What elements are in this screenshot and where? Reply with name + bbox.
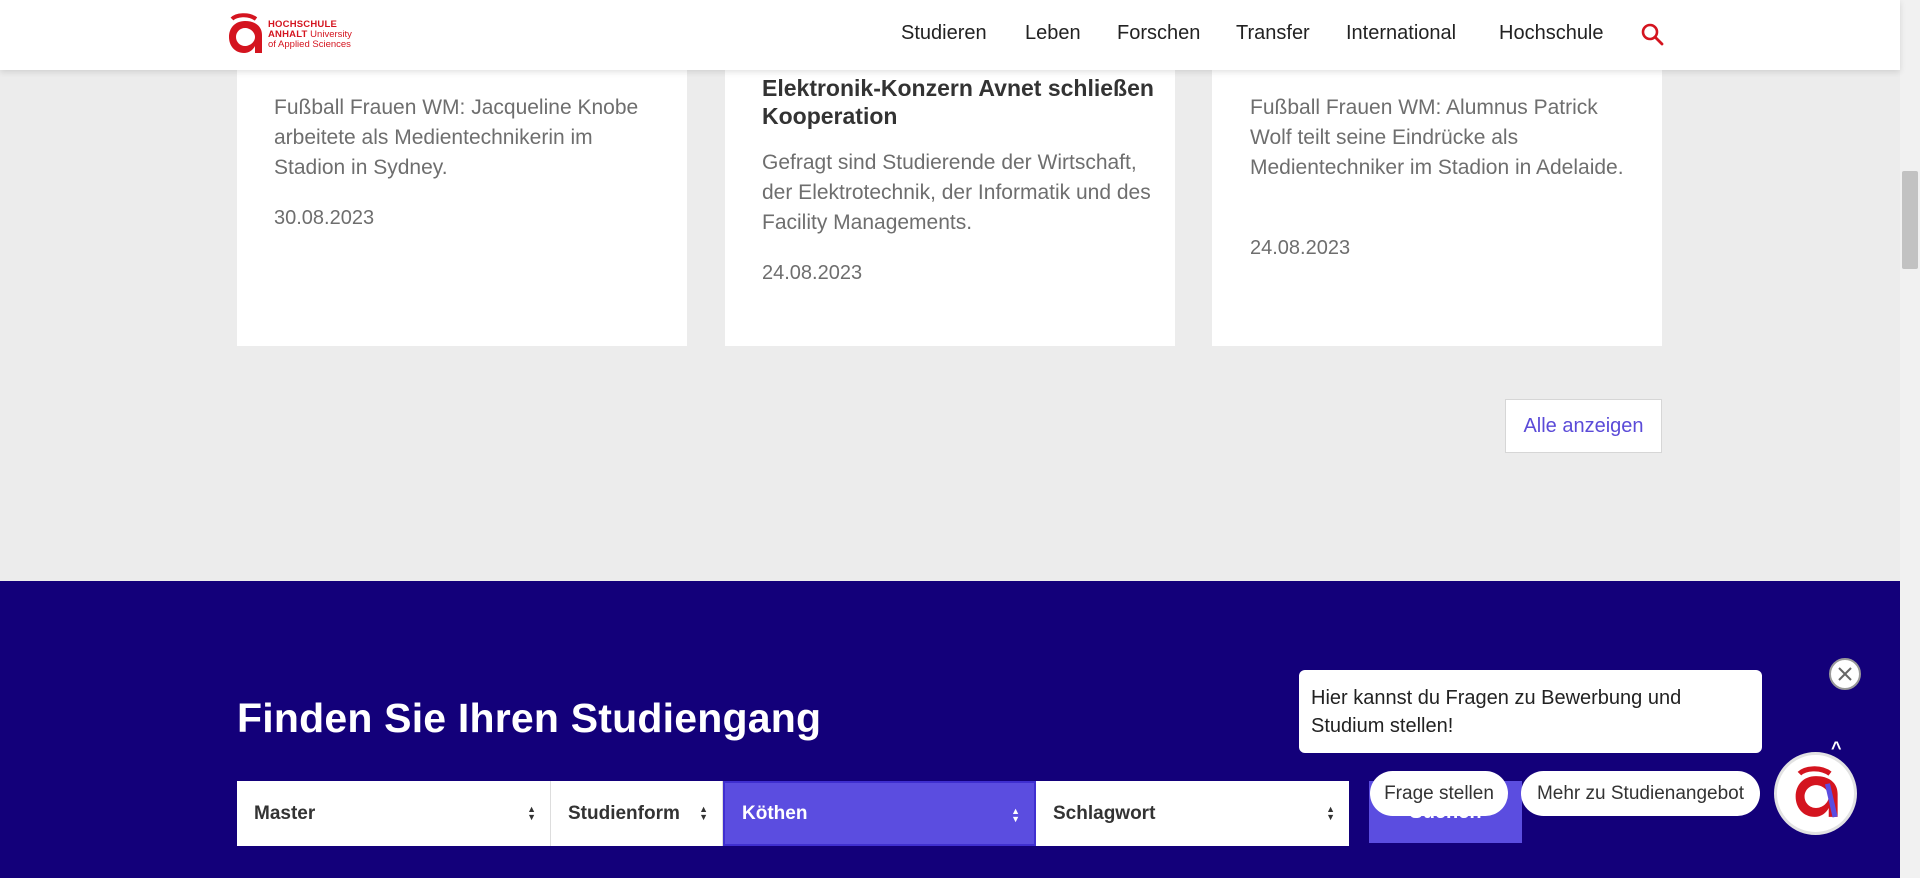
search-icon[interactable] bbox=[1640, 22, 1664, 46]
study-form-select[interactable]: Studienform ▲ ▼ bbox=[551, 781, 723, 846]
keyword-select-value: Schlagwort bbox=[1053, 802, 1156, 824]
main-nav: Studieren Leben Forschen Transfer Intern… bbox=[0, 0, 1900, 70]
degree-select-value: Master bbox=[254, 802, 316, 824]
page-scrollbar[interactable] bbox=[1900, 0, 1920, 878]
location-select-value: Köthen bbox=[742, 802, 808, 824]
finder-title: Finden Sie Ihren Studiengang bbox=[237, 695, 822, 741]
scrollbar-thumb[interactable] bbox=[1902, 171, 1918, 269]
study-form-select-value: Studienform bbox=[568, 802, 680, 824]
chat-message-bubble: Hier kannst du Fragen zu Bewerbung und S… bbox=[1299, 670, 1762, 753]
news-card-date: 24.08.2023 bbox=[1250, 237, 1351, 259]
news-card-text: Fußball Frauen WM: Alumnus Patrick Wolf … bbox=[1250, 96, 1624, 179]
location-select[interactable]: Köthen ▲ ▼ bbox=[723, 781, 1036, 846]
news-card-2[interactable]: Elektronik-Konzern Avnet schließen Koope… bbox=[725, 40, 1175, 346]
news-card-title: Elektronik-Konzern Avnet schließen Koope… bbox=[762, 75, 1154, 129]
select-arrows-icon: ▲ ▼ bbox=[699, 804, 708, 822]
nav-hochschule[interactable]: Hochschule bbox=[1499, 22, 1604, 45]
site-header: HOCHSCHULE ANHALT University of Applied … bbox=[0, 0, 1900, 70]
chevron-up-icon: ^ bbox=[1831, 738, 1842, 758]
select-arrows-icon: ▲ ▼ bbox=[527, 804, 536, 822]
news-card-date: 30.08.2023 bbox=[274, 207, 375, 229]
chatbot-avatar[interactable] bbox=[1774, 752, 1857, 835]
news-card-1[interactable]: Fußball Frauen WM: Jacqueline Knobe arbe… bbox=[237, 40, 687, 346]
nav-international[interactable]: International bbox=[1346, 22, 1456, 45]
news-card-date: 24.08.2023 bbox=[762, 262, 863, 284]
degree-select[interactable]: Master ▲ ▼ bbox=[237, 781, 551, 846]
keyword-select[interactable]: Schlagwort ▲ ▼ bbox=[1036, 781, 1349, 846]
news-card-text: Fußball Frauen WM: Jacqueline Knobe arbe… bbox=[274, 96, 639, 179]
chat-chip-study-programs[interactable]: Mehr zu Studienangebot bbox=[1521, 771, 1760, 816]
logo-a-icon bbox=[1795, 765, 1838, 817]
nav-studieren[interactable]: Studieren bbox=[901, 22, 987, 45]
news-card-text: Gefragt sind Studierende der Wirtschaft,… bbox=[762, 151, 1151, 234]
nav-leben[interactable]: Leben bbox=[1025, 22, 1081, 45]
chat-chip-ask-question[interactable]: Frage stellen bbox=[1370, 771, 1508, 816]
select-arrows-icon: ▲ ▼ bbox=[1326, 804, 1335, 822]
close-icon bbox=[1838, 667, 1852, 681]
nav-forschen[interactable]: Forschen bbox=[1117, 22, 1200, 45]
news-card-3[interactable]: Fußball Frauen WM: Alumnus Patrick Wolf … bbox=[1212, 40, 1662, 346]
chat-close-button[interactable] bbox=[1829, 658, 1861, 690]
nav-transfer[interactable]: Transfer bbox=[1236, 22, 1310, 45]
show-all-button[interactable]: Alle anzeigen bbox=[1505, 399, 1662, 453]
select-arrows-icon: ▲ ▼ bbox=[1011, 806, 1020, 824]
